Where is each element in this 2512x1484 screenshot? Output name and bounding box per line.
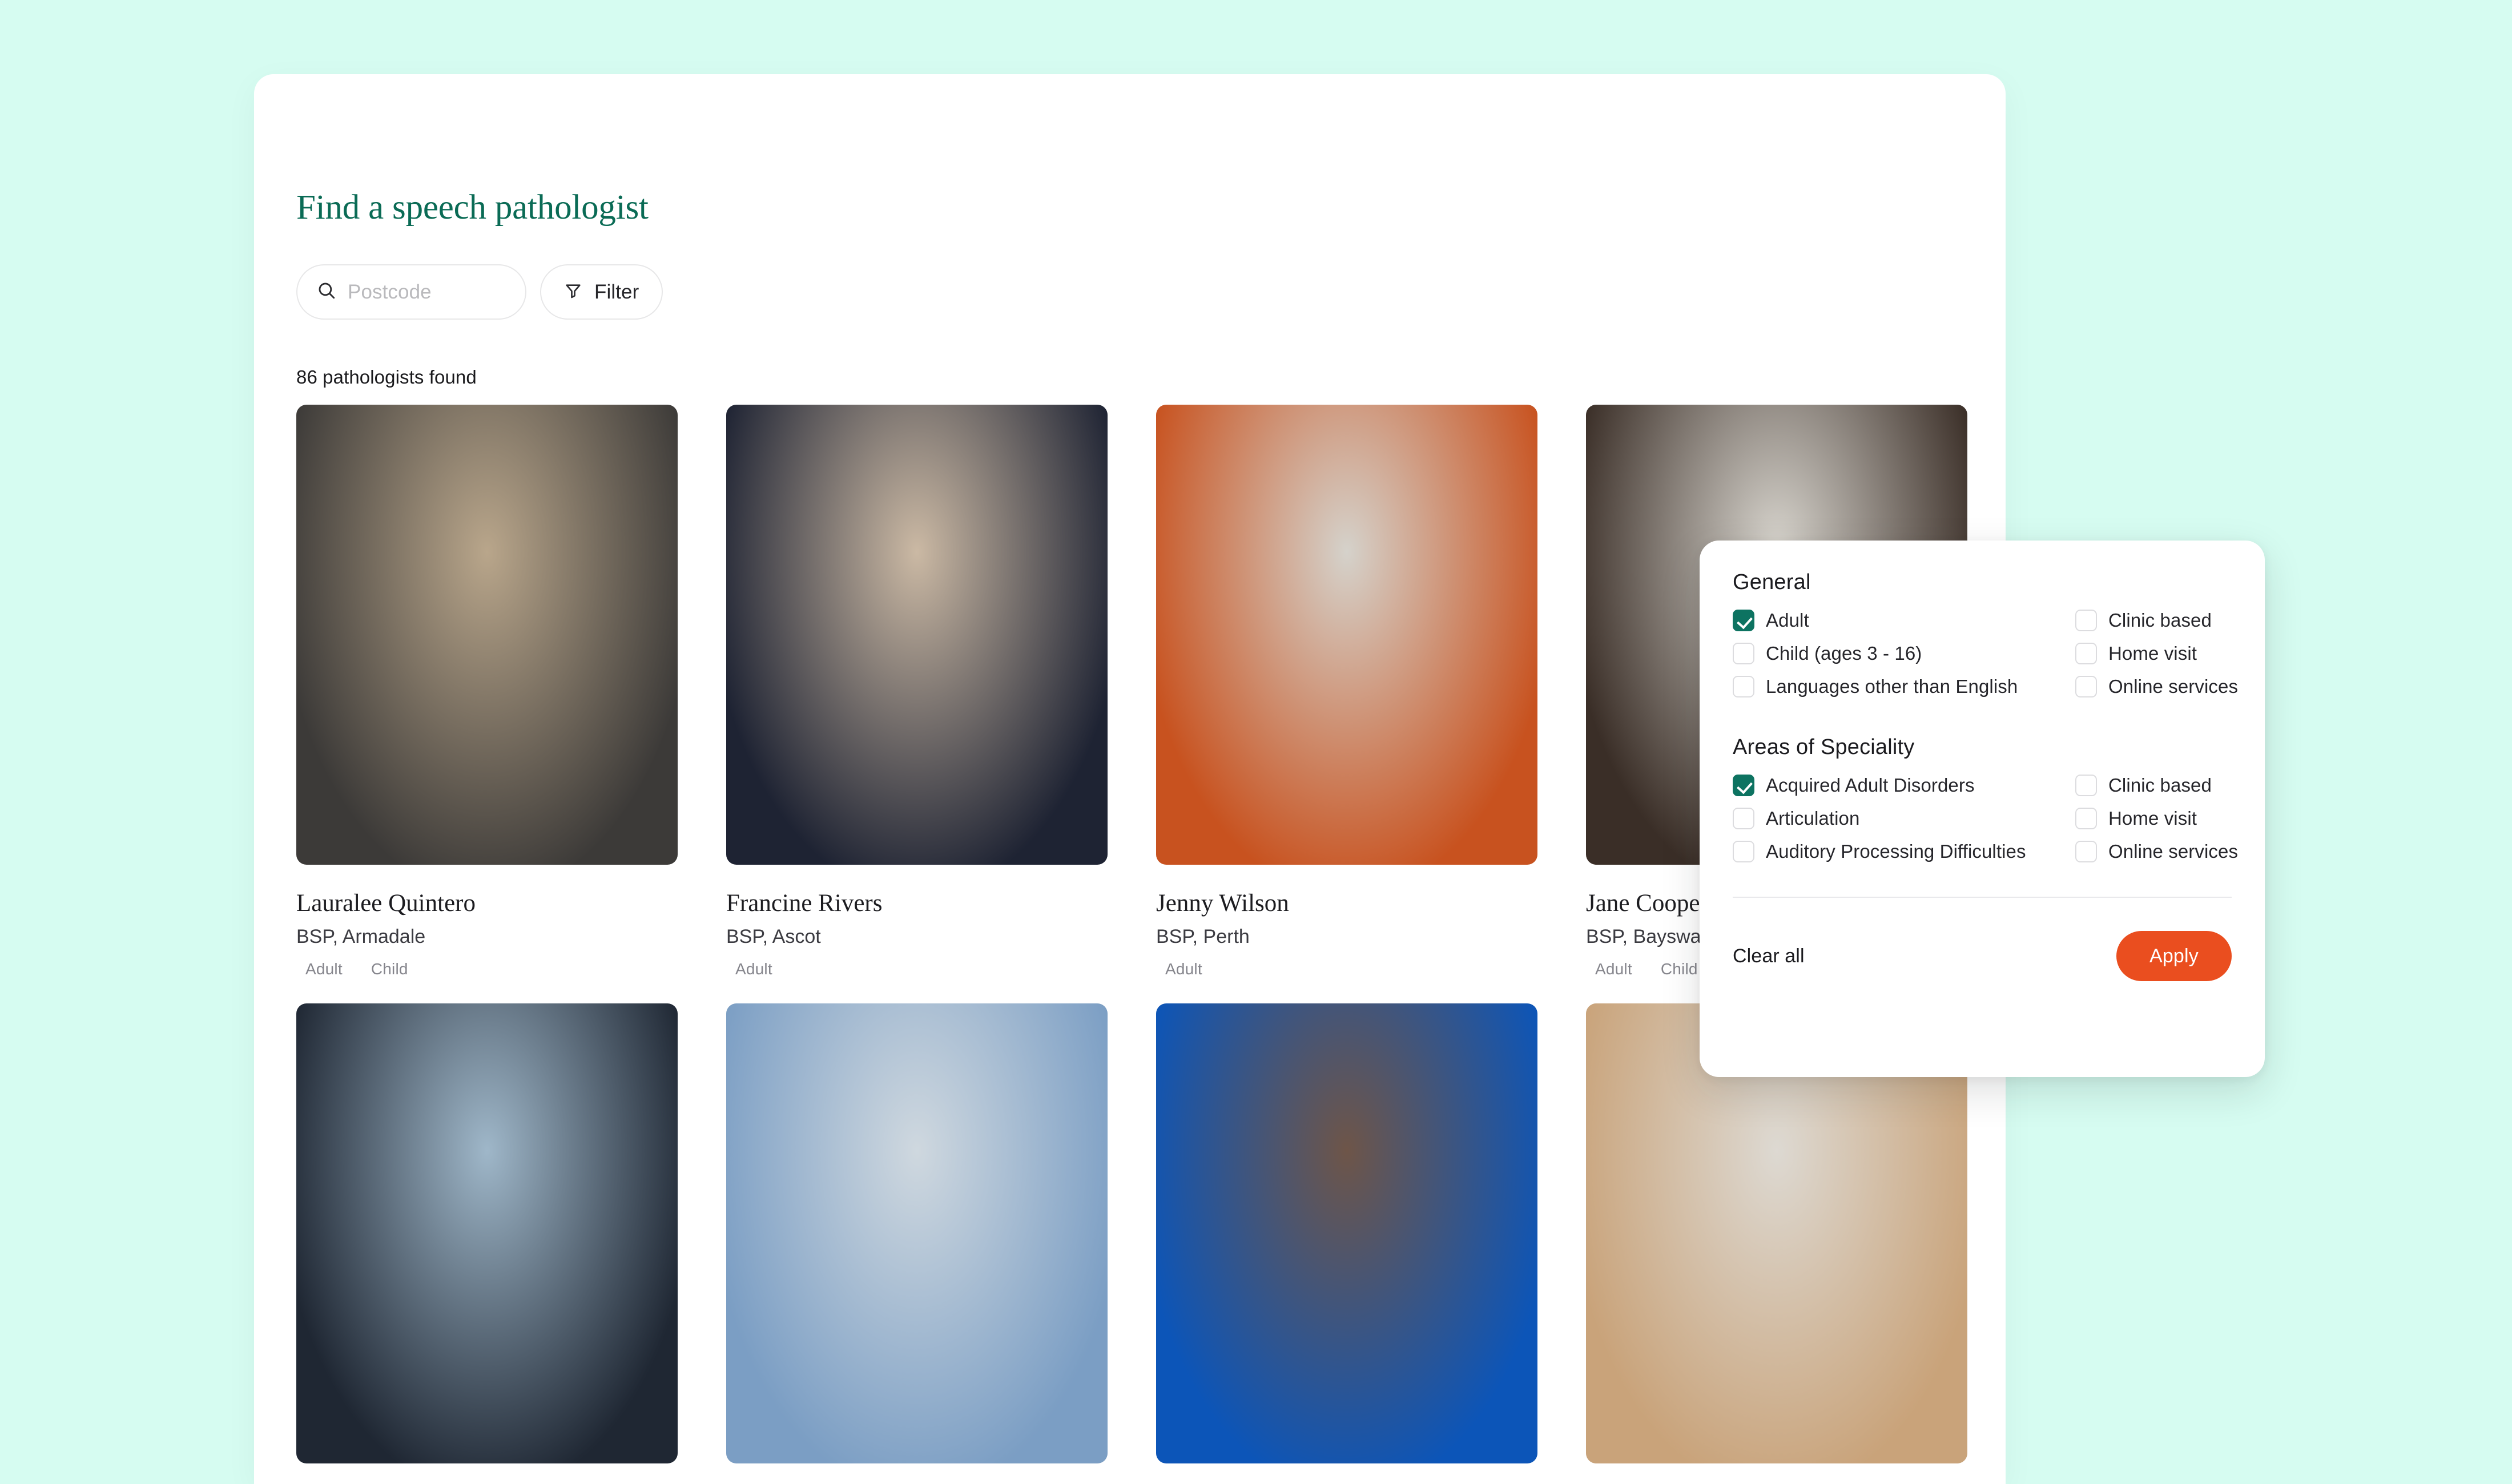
pathologist-tag: Adult xyxy=(1595,960,1632,978)
filter-checkbox-label: Adult xyxy=(1766,610,1809,631)
checkbox-unchecked-icon[interactable] xyxy=(2075,610,2097,631)
pathologist-tags: Adult xyxy=(1156,960,1537,978)
funnel-icon xyxy=(564,281,582,303)
filter-checkbox-label: Child (ages 3 - 16) xyxy=(1766,643,1922,664)
filter-checkbox-label: Home visit xyxy=(2108,643,2197,664)
filter-checkbox-row[interactable]: Home visit xyxy=(2075,643,2238,664)
filter-checkbox-label: Acquired Adult Disorders xyxy=(1766,775,1975,796)
filter-checkbox-label: Auditory Processing Difficulties xyxy=(1766,841,2026,862)
pathologist-tag: Child xyxy=(1660,960,1698,978)
pathologist-photo xyxy=(296,405,678,865)
popover-divider xyxy=(1733,897,2232,898)
pathologist-qualification-location: BSP, Armadale xyxy=(296,926,426,948)
pathologist-photo xyxy=(726,405,1108,865)
pathologist-card[interactable]: Esther HowardBSP, Crawley xyxy=(726,1003,1108,1484)
filter-checkbox-row[interactable]: Online services xyxy=(2075,676,2238,697)
general-heading: General xyxy=(1733,570,1811,594)
filter-popover: General Adult Clinic based Child (ages 3 -… xyxy=(1700,541,2265,1077)
checkbox-unchecked-icon[interactable] xyxy=(2075,775,2097,796)
filter-checkbox-row[interactable]: Adult xyxy=(1733,610,2075,631)
filter-button[interactable]: Filter xyxy=(540,264,663,320)
filter-checkbox-row[interactable]: Acquired Adult Disorders xyxy=(1733,775,2075,796)
apply-button[interactable]: Apply xyxy=(2116,931,2232,981)
checkbox-unchecked-icon[interactable] xyxy=(2075,676,2097,697)
pathologist-name: Lauralee Quintero xyxy=(296,890,476,917)
pathologist-tags: Adult Child xyxy=(296,960,678,978)
search-toolbar: Postcode Filter xyxy=(296,264,663,320)
speciality-heading: Areas of Speciality xyxy=(1733,735,1915,759)
pathologist-tags: Adult xyxy=(726,960,1108,978)
checkbox-checked-icon[interactable] xyxy=(1733,775,1754,796)
filter-checkbox-label: Languages other than English xyxy=(1766,676,2018,697)
checkbox-unchecked-icon[interactable] xyxy=(2075,841,2097,862)
filter-checkbox-row[interactable]: Clinic based xyxy=(2075,610,2238,631)
postcode-placeholder: Postcode xyxy=(348,280,432,303)
pathologist-photo xyxy=(726,1003,1108,1464)
pathologist-qualification-location: BSP, Perth xyxy=(1156,926,1250,948)
filter-checkbox-row[interactable]: Languages other than English xyxy=(1733,676,2075,697)
pathologist-photo xyxy=(1156,405,1537,865)
pathologist-tag: Child xyxy=(371,960,408,978)
pathologist-photo xyxy=(296,1003,678,1464)
filter-button-label: Filter xyxy=(594,280,639,303)
filter-checkbox-row[interactable]: Auditory Processing Difficulties xyxy=(1733,841,2075,862)
clear-all-button[interactable]: Clear all xyxy=(1733,945,1805,967)
pathologist-qualification-location: BSP, Ascot xyxy=(726,926,821,948)
filter-checkbox-row[interactable]: Clinic based xyxy=(2075,775,2238,796)
checkbox-unchecked-icon[interactable] xyxy=(1733,676,1754,697)
checkbox-unchecked-icon[interactable] xyxy=(1733,643,1754,664)
pathologist-card[interactable]: Jane TanakaBSP, Innaloo xyxy=(1156,1003,1537,1484)
filter-checkbox-label: Home visit xyxy=(2108,808,2197,829)
pathologist-tag: Adult xyxy=(735,960,772,978)
pathologist-card[interactable]: Guy HawkinsBSP, Booragoon xyxy=(296,1003,678,1484)
filter-checkbox-row[interactable]: Child (ages 3 - 16) xyxy=(1733,643,2075,664)
filter-checkbox-row[interactable]: Online services xyxy=(2075,841,2238,862)
pathologist-tag: Adult xyxy=(1165,960,1202,978)
search-icon xyxy=(317,281,336,303)
checkbox-unchecked-icon[interactable] xyxy=(2075,643,2097,664)
filter-checkbox-label: Clinic based xyxy=(2108,775,2212,796)
page-title: Find a speech pathologist xyxy=(296,188,649,227)
checkbox-unchecked-icon[interactable] xyxy=(1733,808,1754,829)
pathologist-card[interactable]: Jenny Wilson BSP, Perth Adult xyxy=(1156,405,1537,978)
checkbox-checked-icon[interactable] xyxy=(1733,610,1754,631)
pathologist-photo xyxy=(1156,1003,1537,1464)
pathologist-card[interactable]: Lauralee Quintero BSP, Armadale Adult Child xyxy=(296,405,678,978)
pathologist-name: Jenny Wilson xyxy=(1156,890,1289,917)
filter-checkbox-label: Articulation xyxy=(1766,808,1860,829)
filter-checkbox-label: Online services xyxy=(2108,841,2239,862)
postcode-input[interactable]: Postcode xyxy=(296,264,526,320)
filter-checkbox-row[interactable]: Articulation xyxy=(1733,808,2075,829)
pathologist-name: Francine Rivers xyxy=(726,890,883,917)
filter-checkbox-label: Online services xyxy=(2108,676,2239,697)
app-root: Find a speech pathologist Postcode Filte… xyxy=(0,0,2512,1484)
pathologist-tag: Adult xyxy=(305,960,343,978)
filter-checkbox-label: Clinic based xyxy=(2108,610,2212,631)
speciality-checkbox-grid: Acquired Adult Disorders Clinic based Arti… xyxy=(1733,775,2238,862)
pathologist-card[interactable]: Francine Rivers BSP, Ascot Adult xyxy=(726,405,1108,978)
popover-footer: Clear all Apply xyxy=(1733,931,2232,981)
general-checkbox-grid: Adult Clinic based Child (ages 3 - 16) Home… xyxy=(1733,610,2238,697)
filter-checkbox-row[interactable]: Home visit xyxy=(2075,808,2238,829)
checkbox-unchecked-icon[interactable] xyxy=(1733,841,1754,862)
checkbox-unchecked-icon[interactable] xyxy=(2075,808,2097,829)
